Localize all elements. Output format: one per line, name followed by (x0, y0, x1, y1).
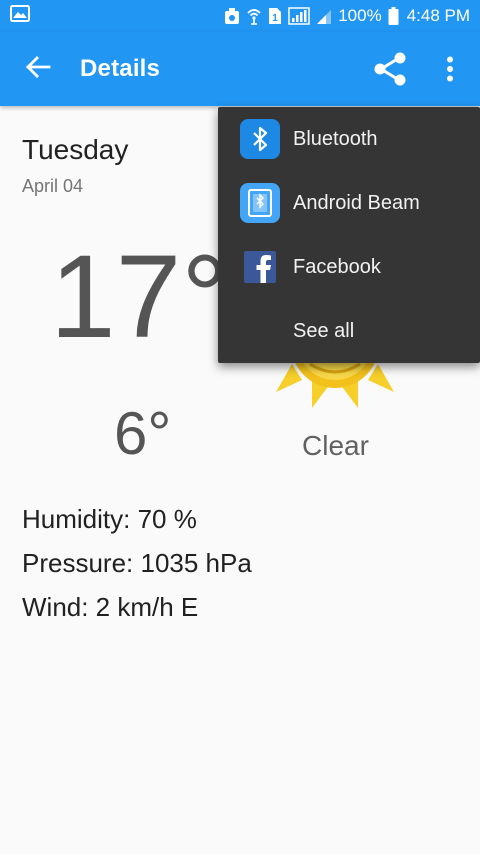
low-temperature: 6° (114, 400, 172, 467)
share-item-label: Facebook (293, 255, 381, 278)
wind-text: Wind: 2 km/h E (22, 592, 199, 622)
more-vert-icon (446, 56, 454, 87)
share-item-label: See all (293, 319, 355, 342)
status-time: 4:48 PM (406, 6, 470, 25)
arrow-back-icon (25, 54, 51, 85)
signal-sim2-icon (316, 7, 332, 25)
share-item-label: Android Beam (293, 191, 420, 214)
share-icon (372, 51, 408, 92)
weather-condition: Clear (302, 430, 369, 461)
pressure-text: Pressure: 1035 hPa (22, 548, 252, 578)
humidity-text: Humidity: 70 % (22, 504, 197, 534)
share-item-facebook[interactable]: Facebook (218, 235, 480, 299)
sim-1-icon: 1 (268, 7, 282, 25)
high-temperature: 17° (50, 231, 229, 363)
bluetooth-icon (240, 119, 280, 159)
svg-text:1: 1 (272, 13, 278, 24)
gallery-notification-icon (10, 5, 30, 27)
sync-icon (224, 7, 240, 25)
share-item-see-all[interactable]: See all (218, 299, 480, 363)
share-menu: Bluetooth Android Beam Facebook See all (218, 107, 480, 363)
back-button[interactable] (14, 45, 62, 93)
android-beam-icon (240, 183, 280, 223)
share-item-android-beam[interactable]: Android Beam (218, 171, 480, 235)
status-bar: 1 100% 4:48 PM (0, 0, 480, 32)
battery-percent: 100% (338, 6, 382, 25)
share-button[interactable] (366, 47, 414, 95)
forecast-day: Tuesday (22, 134, 129, 165)
app-toolbar: Details (0, 32, 480, 106)
page-title: Details (80, 55, 161, 82)
status-left (10, 5, 30, 27)
facebook-icon (240, 247, 280, 287)
status-right: 1 100% 4:48 PM (224, 6, 470, 26)
share-item-bluetooth[interactable]: Bluetooth (218, 107, 480, 171)
signal-sim1-icon (288, 7, 310, 25)
battery-icon (388, 7, 399, 25)
wifi-calling-icon (246, 7, 262, 25)
forecast-date: April 04 (22, 176, 84, 196)
share-item-label: Bluetooth (293, 127, 378, 150)
more-options-button[interactable] (428, 47, 472, 95)
